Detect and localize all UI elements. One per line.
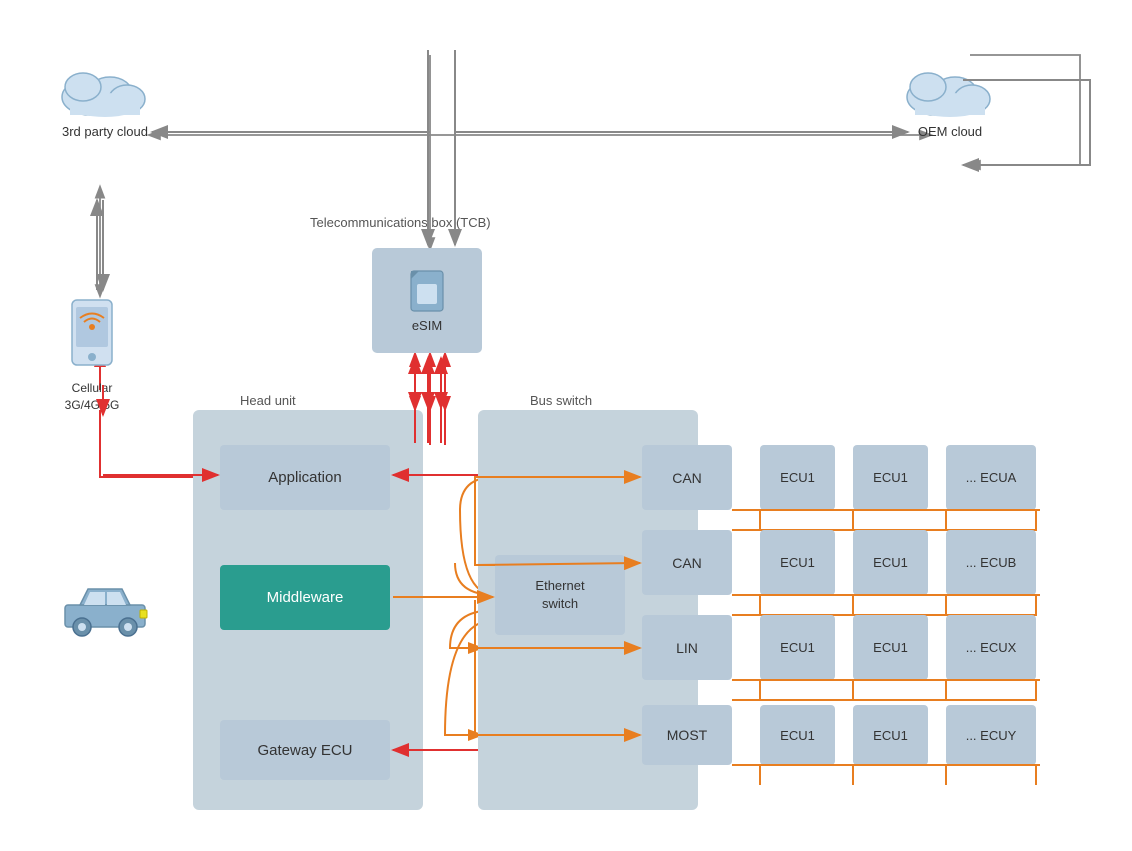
ecu1-r2-c2: ECU1 xyxy=(853,530,928,595)
bus-switch-label: Bus switch xyxy=(530,393,592,408)
head-unit-label: Head unit xyxy=(240,393,296,408)
cloud-shape-oem xyxy=(900,55,1000,120)
cellular-icon xyxy=(62,295,122,375)
cellular-device: Cellular3G/4G/5G xyxy=(62,295,122,414)
ecu1-r3-c2: ECU1 xyxy=(853,615,928,680)
tcb-label: Telecommunications box (TCB) xyxy=(310,215,491,230)
application-box: Application xyxy=(220,445,390,510)
oem-cloud-label: OEM cloud xyxy=(918,124,982,139)
ecuy-box: ... ECUY xyxy=(946,705,1036,765)
esim-box: eSIM xyxy=(372,248,482,353)
third-party-cloud: 3rd party cloud xyxy=(55,55,155,139)
cloud-shape-third-party xyxy=(55,55,155,120)
ecu1-r4-c1: ECU1 xyxy=(760,705,835,765)
lin-box: LIN xyxy=(642,615,732,680)
ecux-box: ... ECUX xyxy=(946,615,1036,680)
can1-box: CAN xyxy=(642,445,732,510)
car-icon xyxy=(60,575,150,645)
ecu1-r1-c1: ECU1 xyxy=(760,445,835,510)
ecu1-r4-c2: ECU1 xyxy=(853,705,928,765)
can2-box: CAN xyxy=(642,530,732,595)
most-box: MOST xyxy=(642,705,732,765)
middleware-box: Middleware xyxy=(220,565,390,630)
esim-label: eSIM xyxy=(412,318,442,333)
ethernet-switch-box: Ethernetswitch xyxy=(495,555,625,635)
ecu1-r3-c1: ECU1 xyxy=(760,615,835,680)
ecua-box: ... ECUA xyxy=(946,445,1036,510)
diagram-container: 3rd party cloud OEM cloud Telecommunicat… xyxy=(0,0,1132,851)
esim-icon xyxy=(407,269,447,314)
ecub-box: ... ECUB xyxy=(946,530,1036,595)
ecu1-r1-c2: ECU1 xyxy=(853,445,928,510)
gateway-ecu-box: Gateway ECU xyxy=(220,720,390,780)
car-svg xyxy=(60,575,150,640)
ecu1-r2-c1: ECU1 xyxy=(760,530,835,595)
oem-cloud: OEM cloud xyxy=(900,55,1000,139)
cellular-label: Cellular3G/4G/5G xyxy=(62,380,122,414)
third-party-cloud-label: 3rd party cloud xyxy=(62,124,148,139)
